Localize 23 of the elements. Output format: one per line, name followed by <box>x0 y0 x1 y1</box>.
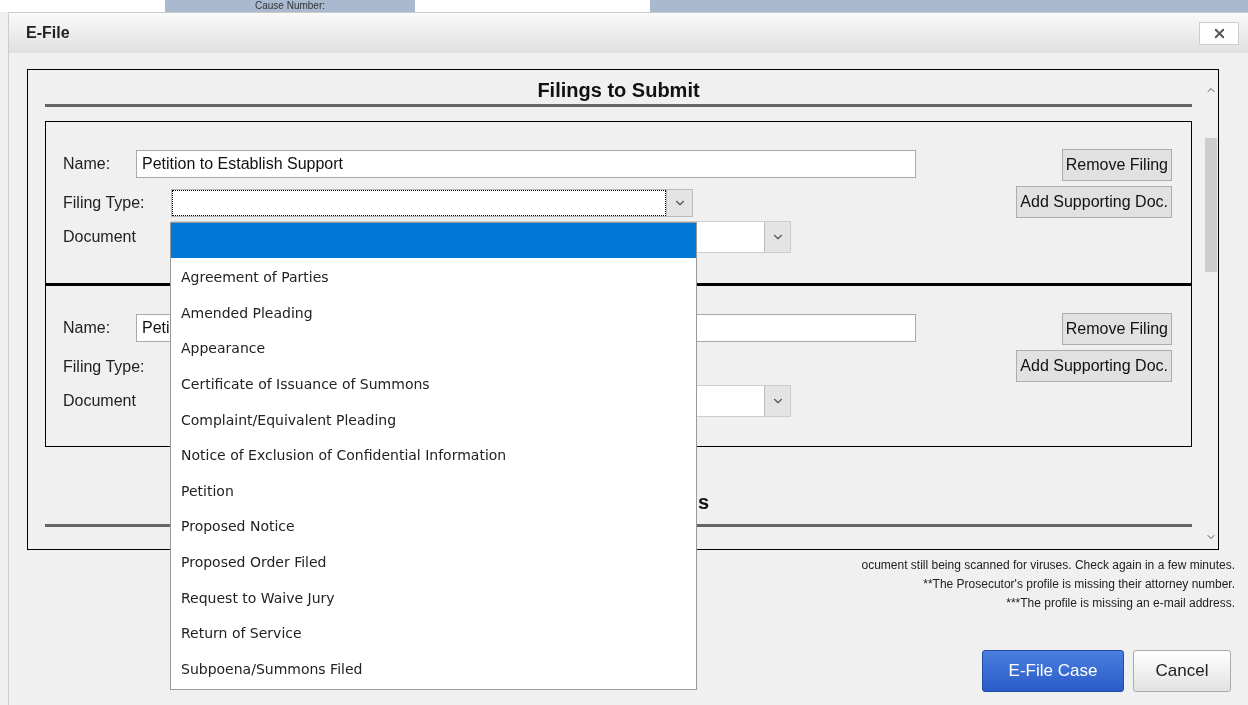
add-document-button[interactable]: Add Supporting Doc. <box>1016 186 1172 218</box>
cancel-button[interactable]: Cancel <box>1133 650 1231 692</box>
section-heading: Filings to Submit <box>536 78 701 103</box>
close-button[interactable] <box>1199 21 1239 45</box>
scroll-thumb[interactable] <box>1205 138 1217 272</box>
filing-type-select[interactable] <box>171 189 693 217</box>
field-label: Cause Number: <box>165 0 415 12</box>
field-label: Document <box>63 227 137 247</box>
note-text: ocument still being scanned for viruses. Check again in a few minutes. <box>861 557 1235 574</box>
field-label: Document <box>63 391 137 411</box>
name-field[interactable]: Petition to Establish Support <box>136 150 916 178</box>
field-label: Filing Type: <box>63 193 146 213</box>
field-label: Name: <box>63 318 112 338</box>
add-document-button[interactable]: Add Supporting Doc. <box>1016 350 1172 382</box>
remove-filing-button[interactable]: Remove Filing <box>1061 149 1172 181</box>
note-text: ***The profile is missing an e-mail address. <box>1006 595 1235 612</box>
window-title: E-File <box>26 23 70 43</box>
field-label: Name: <box>63 154 112 174</box>
note-text: **The Prosecutor's profile is missing their attorney number. <box>923 576 1235 593</box>
section-heading: s <box>698 491 710 513</box>
e-file-button[interactable]: E-File Case <box>982 650 1124 692</box>
remove-filing-button[interactable]: Remove Filing <box>1061 313 1172 345</box>
field-label: Filing Type: <box>63 357 146 377</box>
